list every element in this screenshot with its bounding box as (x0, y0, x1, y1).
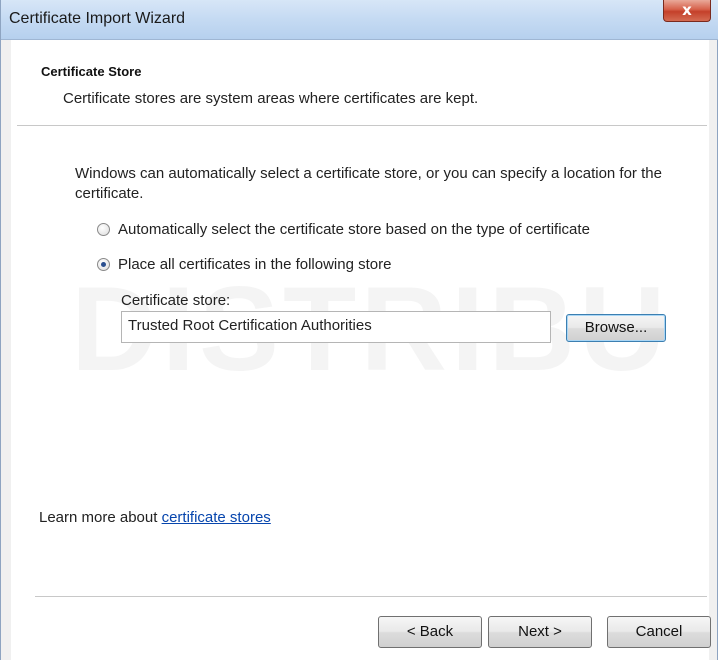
header-divider (17, 125, 707, 126)
content-area (11, 40, 709, 660)
certificate-stores-link[interactable]: certificate stores (162, 509, 271, 526)
auto-select-radio[interactable] (97, 223, 110, 236)
title-bar: Certificate Import Wizard x (1, 0, 718, 40)
learn-more-prefix: Learn more about (39, 509, 162, 526)
auto-select-label: Automatically select the certificate sto… (118, 221, 590, 238)
certificate-store-label: Certificate store: (121, 292, 231, 309)
footer-divider (35, 596, 707, 597)
page-description: Certificate stores are system areas wher… (63, 90, 479, 107)
next-button[interactable]: Next > (488, 616, 592, 648)
place-in-store-option[interactable]: Place all certificates in the following … (97, 256, 391, 273)
back-button[interactable]: < Back (378, 616, 482, 648)
page-title: Certificate Store (41, 64, 142, 79)
place-in-store-label: Place all certificates in the following … (118, 256, 392, 273)
cancel-button[interactable]: Cancel (607, 616, 711, 648)
certificate-store-field[interactable]: Trusted Root Certification Authorities (121, 311, 551, 343)
wizard-window: Certificate Import Wizard x DISTRIBU Cer… (0, 0, 718, 660)
place-in-store-radio[interactable] (97, 258, 110, 271)
window-title: Certificate Import Wizard (9, 10, 186, 27)
intro-text: Windows can automatically select a certi… (75, 165, 662, 202)
learn-more-text: Learn more about certificate stores (39, 509, 271, 526)
close-button[interactable]: x (663, 0, 711, 22)
browse-button[interactable]: Browse... (566, 314, 666, 342)
close-icon: x (682, 1, 692, 19)
auto-select-option[interactable]: Automatically select the certificate sto… (97, 221, 590, 238)
